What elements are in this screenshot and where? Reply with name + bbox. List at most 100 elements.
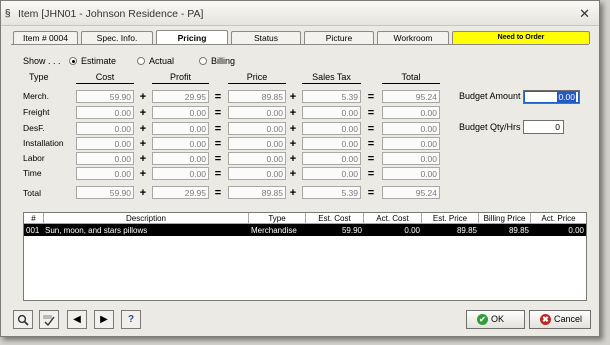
desf-price[interactable]: 0.00	[228, 122, 286, 135]
tab-picture[interactable]: Picture	[304, 31, 374, 44]
installation-sales-tax[interactable]: 0.00	[302, 137, 361, 150]
ok-button[interactable]: ✔ OK	[466, 310, 525, 329]
cancel-icon: ✖	[540, 314, 551, 325]
tab-item-number[interactable]: Item # 0004	[13, 31, 78, 44]
radio-actual[interactable]	[137, 57, 145, 65]
grid-cell-description: Sun, moon, and stars pillows	[45, 226, 148, 235]
tab-pricing[interactable]: Pricing	[156, 30, 228, 45]
installation-total[interactable]: 0.00	[382, 137, 440, 150]
time-cost[interactable]: 0.00	[76, 167, 134, 180]
budget-qty-input[interactable]: 0	[523, 120, 564, 134]
merch-total[interactable]: 95.24	[382, 90, 440, 103]
freight-cost[interactable]: 0.00	[76, 106, 134, 119]
grid-header-description[interactable]: Description	[44, 213, 249, 224]
grid-header-billing-price[interactable]: Billing Price	[479, 213, 531, 224]
show-label: Show . . .	[23, 56, 61, 66]
radio-billing[interactable]	[199, 57, 207, 65]
radio-actual-label: Actual	[149, 56, 175, 66]
tab-workroom[interactable]: Workroom	[377, 31, 449, 44]
desf-sales-tax[interactable]: 0.00	[302, 122, 361, 135]
equals-sign: =	[367, 187, 375, 199]
merch-cost[interactable]: 59.90	[76, 90, 134, 103]
grid-header-number[interactable]: #	[24, 213, 44, 224]
merch-price[interactable]: 89.85	[228, 90, 286, 103]
installation-price[interactable]: 0.00	[228, 137, 286, 150]
col-total: Total	[382, 72, 440, 84]
help-button[interactable]: ?	[121, 310, 141, 329]
merch-sales-tax[interactable]: 5.39	[302, 90, 361, 103]
desf-cost[interactable]: 0.00	[76, 122, 134, 135]
labor-sales-tax[interactable]: 0.00	[302, 152, 361, 165]
row-label-time: Time	[23, 168, 42, 178]
time-profit[interactable]: 0.00	[152, 167, 209, 180]
total-price: 89.85	[228, 186, 286, 199]
plus-sign: +	[289, 91, 297, 103]
tab-status[interactable]: Status	[231, 31, 301, 44]
installation-profit[interactable]: 0.00	[152, 137, 209, 150]
total-total: 95.24	[382, 186, 440, 199]
plus-sign: +	[139, 107, 147, 119]
freight-sales-tax[interactable]: 0.00	[302, 106, 361, 119]
budget-amount-label: Budget Amount	[459, 91, 521, 101]
desf-profit[interactable]: 0.00	[152, 122, 209, 135]
find-button[interactable]	[13, 310, 33, 329]
grid-cell-est-price: 89.85	[456, 226, 477, 235]
spell-check-button[interactable]	[39, 310, 59, 329]
equals-sign: =	[214, 107, 222, 119]
grid-header-est-price[interactable]: Est. Price	[422, 213, 479, 224]
grid-header-est-cost[interactable]: Est. Cost	[306, 213, 364, 224]
labor-cost[interactable]: 0.00	[76, 152, 134, 165]
grid-header-act-price[interactable]: Act. Price	[531, 213, 586, 224]
installation-cost[interactable]: 0.00	[76, 137, 134, 150]
tab-spec-info[interactable]: Spec. Info.	[81, 31, 153, 44]
tab-divider	[11, 44, 589, 45]
budget-amount-input[interactable]: 0.00	[523, 90, 580, 104]
next-button[interactable]: ▶	[94, 310, 114, 329]
grid-cell-number: 001	[26, 226, 40, 235]
col-profit: Profit	[152, 72, 209, 84]
plus-sign: +	[289, 138, 297, 150]
spell-check-icon	[43, 315, 55, 327]
plus-sign: +	[139, 138, 147, 150]
desf-total[interactable]: 0.00	[382, 122, 440, 135]
labor-total[interactable]: 0.00	[382, 152, 440, 165]
plus-sign: +	[139, 187, 147, 199]
close-icon[interactable]: ✕	[579, 6, 590, 22]
grid-header-type[interactable]: Type	[249, 213, 306, 224]
equals-sign: =	[367, 153, 375, 165]
plus-sign: +	[289, 153, 297, 165]
merch-profit[interactable]: 29.95	[152, 90, 209, 103]
row-label-total: Total	[23, 188, 41, 198]
cancel-button[interactable]: ✖ Cancel	[529, 310, 591, 329]
check-icon: ✔	[477, 314, 488, 325]
row-label-installation: Installation	[23, 138, 64, 148]
time-price[interactable]: 0.00	[228, 167, 286, 180]
equals-sign: =	[367, 91, 375, 103]
plus-sign: +	[139, 123, 147, 135]
time-sales-tax[interactable]: 0.00	[302, 167, 361, 180]
grid-cell-act-price: 0.00	[568, 226, 584, 235]
freight-profit[interactable]: 0.00	[152, 106, 209, 119]
previous-button[interactable]: ◀	[67, 310, 87, 329]
plus-sign: +	[139, 168, 147, 180]
labor-price[interactable]: 0.00	[228, 152, 286, 165]
plus-sign: +	[139, 91, 147, 103]
need-to-order-banner[interactable]: Need to Order	[452, 31, 590, 44]
freight-total[interactable]: 0.00	[382, 106, 440, 119]
plus-sign: +	[289, 168, 297, 180]
time-total[interactable]: 0.00	[382, 167, 440, 180]
cancel-label: Cancel	[554, 314, 583, 324]
equals-sign: =	[367, 168, 375, 180]
title-bar[interactable]: § Item [JHN01 - Johnson Residence - PA] …	[1, 1, 599, 26]
grid-header-act-cost[interactable]: Act. Cost	[364, 213, 422, 224]
equals-sign: =	[214, 153, 222, 165]
equals-sign: =	[367, 123, 375, 135]
grid-cell-billing-price: 89.85	[508, 226, 529, 235]
equals-sign: =	[367, 138, 375, 150]
freight-price[interactable]: 0.00	[228, 106, 286, 119]
labor-profit[interactable]: 0.00	[152, 152, 209, 165]
col-sales-tax: Sales Tax	[302, 72, 361, 84]
line-items-grid[interactable]: # Description Type Est. Cost Act. Cost E…	[23, 212, 587, 301]
radio-estimate[interactable]	[69, 57, 77, 65]
equals-sign: =	[214, 138, 222, 150]
